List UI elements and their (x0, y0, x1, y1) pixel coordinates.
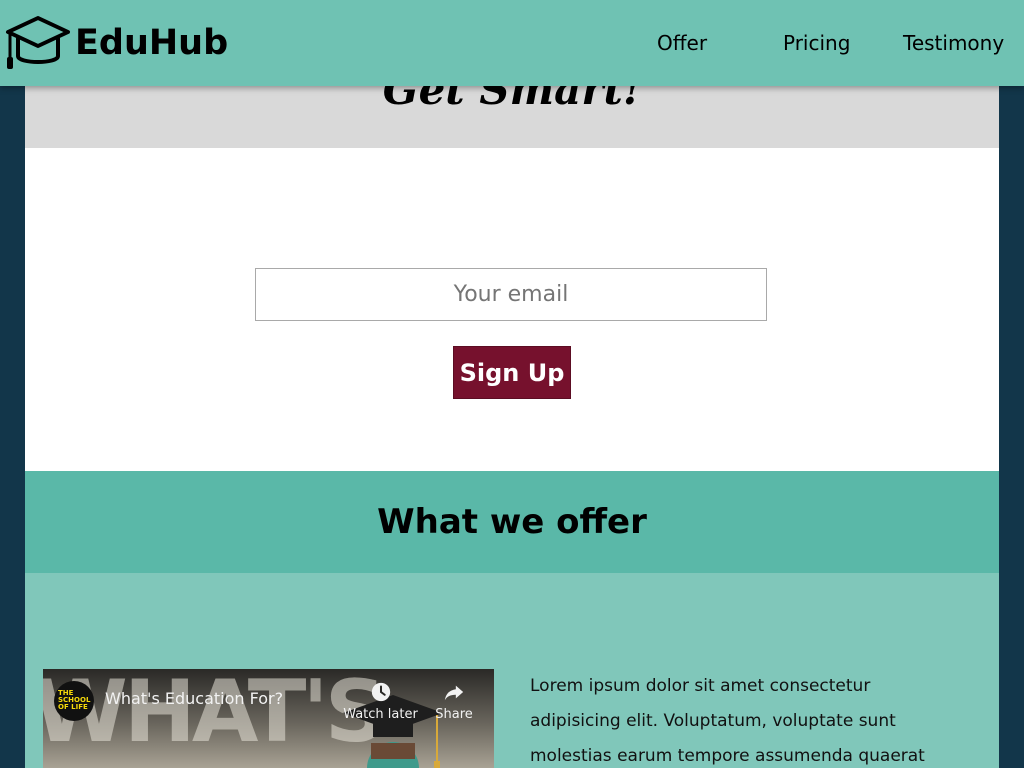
nav-link-pricing[interactable]: Pricing (783, 30, 850, 56)
nav-link-offer[interactable]: Offer (657, 30, 707, 56)
share-label: Share (435, 707, 473, 722)
share-arrow-icon (444, 685, 464, 701)
navbar: EduHub Offer Pricing Testimony (0, 0, 1024, 86)
channel-logo[interactable]: THE SCHOOL OF LIFE (54, 681, 94, 721)
offer-section: WHAT'S THE SCHOOL OF LIFE What's Educati… (25, 573, 999, 768)
brand-name[interactable]: EduHub (75, 20, 228, 66)
clock-icon (371, 682, 390, 702)
nav-link-testimony[interactable]: Testimony (903, 30, 1004, 56)
watch-later-label: Watch later (343, 707, 418, 722)
channel-logo-text: THE SCHOOL OF LIFE (58, 689, 91, 711)
signup-button[interactable]: Sign Up (453, 346, 571, 399)
offer-description: Lorem ipsum dolor sit amet consectetur a… (530, 676, 925, 766)
main-container: Get Smart! Sign Up What we offer WHAT'S (25, 0, 999, 768)
offer-heading: What we offer (377, 502, 647, 542)
offer-heading-section: What we offer (25, 471, 999, 573)
video-embed[interactable]: WHAT'S THE SCHOOL OF LIFE What's Educati… (43, 669, 494, 768)
graduation-cap-icon (6, 16, 70, 69)
share-button[interactable]: Share (433, 681, 475, 722)
video-background-text: WHAT'S (43, 669, 387, 762)
email-input[interactable] (255, 268, 767, 321)
video-title[interactable]: What's Education For? (105, 689, 283, 708)
page: Get Smart! Sign Up What we offer WHAT'S (0, 0, 1024, 768)
signup-section: Sign Up (25, 148, 999, 471)
watch-later-button[interactable]: Watch later (343, 681, 418, 722)
